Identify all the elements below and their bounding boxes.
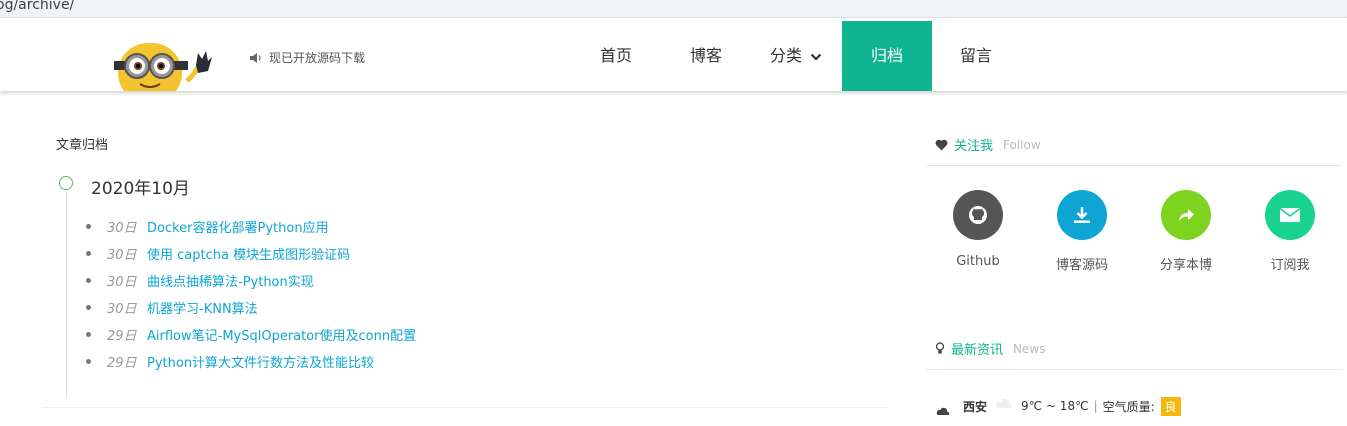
github-link[interactable]: Github bbox=[943, 190, 1013, 269]
nav-archive-label: 归档 bbox=[870, 46, 903, 65]
subscribe-label: 订阅我 bbox=[1270, 258, 1310, 273]
timeline-line bbox=[66, 192, 67, 397]
github-label: Github bbox=[956, 254, 1000, 269]
nav-home[interactable]: 首页 bbox=[586, 21, 646, 91]
weather-widget: 西安 9℃ ~ 18℃ | 空气质量: 良 bbox=[936, 396, 1181, 416]
list-item: 29日 Airflow笔记-MySqlOperator使用及conn配置 bbox=[86, 324, 416, 344]
news-header: 最新资讯 News bbox=[935, 339, 1045, 358]
chevron-down-icon bbox=[810, 53, 822, 61]
panel-divider bbox=[42, 407, 888, 408]
follow-divider bbox=[926, 165, 1342, 166]
bullet bbox=[86, 304, 91, 310]
nav-blog-label: 博客 bbox=[689, 46, 722, 65]
cloud-icon bbox=[936, 407, 950, 415]
top-navbar: 现已开放源码下载 首页 博客 分类 归档 留言 bbox=[0, 21, 1347, 91]
nav-message-label: 留言 bbox=[959, 46, 992, 65]
nav-blog[interactable]: 博客 bbox=[676, 21, 736, 91]
post-link[interactable]: 使用 captcha 模块生成图形验证码 bbox=[147, 244, 350, 263]
weather-temp: 9℃ ~ 18℃ bbox=[1021, 399, 1089, 413]
bullet bbox=[86, 223, 91, 229]
archive-month: 2020年10月 bbox=[91, 179, 190, 199]
follow-title: 关注我 bbox=[954, 139, 994, 154]
timeline-dot bbox=[59, 176, 73, 190]
follow-subtitle: Follow bbox=[1003, 137, 1041, 152]
post-day: 29日 bbox=[107, 328, 137, 344]
air-quality-label: 空气质量: bbox=[1102, 399, 1155, 414]
share-link[interactable]: 分享本博 bbox=[1151, 190, 1221, 273]
bullet bbox=[86, 250, 91, 256]
speaker-icon bbox=[250, 52, 261, 63]
nav-archive[interactable]: 归档 bbox=[842, 21, 932, 91]
download-icon bbox=[1057, 190, 1107, 240]
weather-cloud-icon bbox=[995, 398, 1012, 408]
post-link[interactable]: Python计算大文件行数方法及性能比较 bbox=[147, 352, 374, 371]
post-link[interactable]: Docker容器化部署Python应用 bbox=[147, 217, 329, 236]
weather-city: 西安 bbox=[963, 399, 988, 414]
list-item: 30日 机器学习-KNN算法 bbox=[86, 297, 258, 317]
post-day: 30日 bbox=[107, 274, 137, 290]
source-download-label: 博客源码 bbox=[1055, 258, 1108, 273]
bullet bbox=[86, 358, 91, 364]
post-day: 30日 bbox=[107, 220, 137, 236]
mail-icon bbox=[1265, 190, 1315, 240]
post-day: 30日 bbox=[107, 301, 137, 317]
heart-icon bbox=[935, 139, 948, 150]
nav-category[interactable]: 分类 bbox=[756, 21, 836, 91]
source-download-link[interactable]: 博客源码 bbox=[1047, 190, 1117, 273]
post-day: 29日 bbox=[107, 355, 137, 371]
list-item: 30日 Docker容器化部署Python应用 bbox=[86, 216, 329, 236]
notice-text: 现已开放源码下载 bbox=[269, 51, 366, 65]
nav-category-label: 分类 bbox=[769, 46, 802, 65]
share-label: 分享本博 bbox=[1159, 258, 1212, 273]
bullet bbox=[86, 277, 91, 283]
post-link[interactable]: 曲线点抽稀算法-Python实现 bbox=[147, 271, 314, 290]
lightbulb-icon bbox=[935, 342, 945, 354]
list-item: 30日 曲线点抽稀算法-Python实现 bbox=[86, 270, 314, 290]
nav-message[interactable]: 留言 bbox=[946, 21, 1006, 91]
subscribe-link[interactable]: 订阅我 bbox=[1255, 190, 1325, 273]
section-title: 文章归档 bbox=[56, 138, 109, 153]
list-item: 30日 使用 captcha 模块生成图形验证码 bbox=[86, 243, 350, 263]
url-text: og/archive/ bbox=[0, 0, 75, 13]
news-divider bbox=[926, 369, 1342, 370]
post-link[interactable]: Airflow笔记-MySqlOperator使用及conn配置 bbox=[147, 325, 416, 344]
follow-header: 关注我 Follow bbox=[935, 135, 1041, 154]
air-quality-badge: 良 bbox=[1160, 396, 1181, 416]
site-notice: 现已开放源码下载 bbox=[249, 49, 365, 66]
bullet bbox=[86, 331, 91, 337]
nav-home-label: 首页 bbox=[599, 46, 632, 65]
browser-address-bar[interactable]: og/archive/ bbox=[0, 0, 1347, 18]
weather-separator: | bbox=[1093, 399, 1098, 413]
post-link[interactable]: 机器学习-KNN算法 bbox=[147, 298, 258, 317]
news-subtitle: News bbox=[1013, 341, 1046, 356]
list-item: 29日 Python计算大文件行数方法及性能比较 bbox=[86, 351, 374, 371]
post-day: 30日 bbox=[107, 247, 137, 263]
minion-logo[interactable] bbox=[112, 29, 222, 91]
news-title: 最新资讯 bbox=[951, 343, 1004, 358]
github-icon bbox=[953, 190, 1003, 240]
share-icon bbox=[1161, 190, 1211, 240]
